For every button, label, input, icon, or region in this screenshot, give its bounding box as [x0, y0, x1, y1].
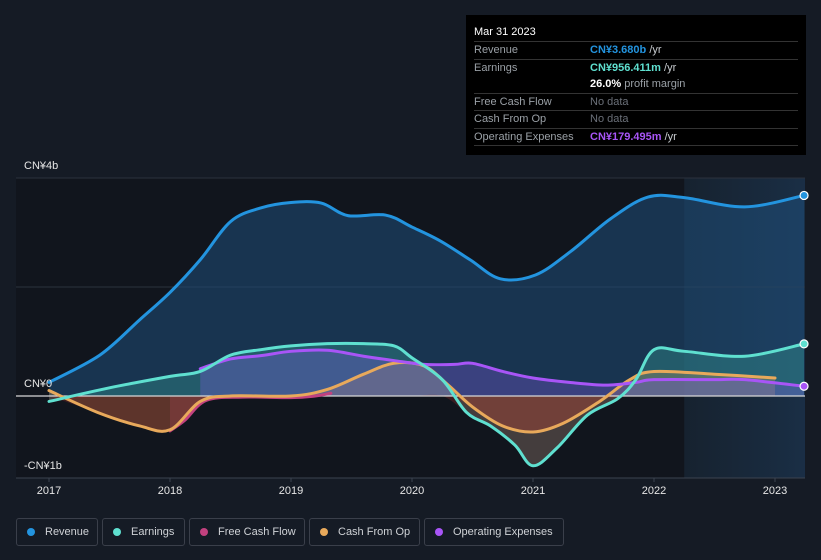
x-tick-label-2022: 2022 — [641, 485, 667, 497]
legend-operating-expenses[interactable]: Operating Expenses — [424, 518, 564, 546]
legend-cash-from-op[interactable]: Cash From Op — [309, 518, 420, 546]
tooltip-row-value: CN¥956.411m /yr — [590, 61, 677, 74]
y-tick-label-0: CN¥0 — [24, 378, 53, 390]
tooltip-row-value: No data — [590, 95, 629, 108]
tooltip-row-value: CN¥179.495m /yr — [590, 130, 677, 143]
legend-dot-icon — [113, 528, 121, 536]
tooltip-row-label: Free Cash Flow — [474, 95, 552, 108]
tooltip-row-earnings: Earnings CN¥956.411m /yr — [474, 58, 798, 77]
tooltip-row-value: No data — [590, 113, 629, 125]
legend-free-cash-flow[interactable]: Free Cash Flow — [189, 518, 305, 546]
tooltip-row-label: Revenue — [474, 44, 519, 56]
tooltip-row-cash-from-op: Cash From Op No data — [474, 110, 798, 128]
tooltip-row-label — [474, 76, 590, 93]
y-tick-label-4b: CN¥4b — [24, 160, 59, 172]
x-tick-label-2017: 2017 — [36, 485, 62, 497]
x-tick-label-2021: 2021 — [520, 485, 546, 497]
x-tick-label-2023: 2023 — [762, 485, 788, 497]
legend-label: Cash From Op — [338, 526, 411, 538]
legend-label: Earnings — [131, 526, 175, 538]
legend-dot-icon — [200, 528, 208, 536]
tooltip-date: Mar 31 2023 — [474, 26, 536, 38]
endpoint-revenue[interactable] — [799, 190, 809, 201]
tooltip-row-value: 26.0% profit margin — [590, 78, 686, 90]
tooltip-row-value: CN¥3.680b /yr — [590, 44, 662, 56]
tooltip-row-operating-expenses: Operating Expenses CN¥179.495m /yr — [474, 127, 798, 146]
tooltip: Mar 31 2023 Revenue CN¥3.680b /yr Earnings… — [466, 15, 806, 155]
tooltip-row-revenue: Revenue CN¥3.680b /yr — [474, 41, 798, 59]
endpoint-earnings[interactable] — [799, 339, 809, 349]
legend-label: Free Cash Flow — [218, 526, 296, 538]
tooltip-row-free-cash-flow: Free Cash Flow No data — [474, 92, 798, 111]
x-tick-label-2020: 2020 — [399, 485, 425, 497]
legend-dot-icon — [27, 528, 35, 536]
legend-dot-icon — [320, 528, 328, 536]
x-tick-label-2019: 2019 — [278, 485, 304, 497]
endpoint-operating-expenses[interactable] — [799, 381, 809, 391]
tooltip-row-label: Operating Expenses — [474, 130, 574, 143]
legend-revenue[interactable]: Revenue — [16, 518, 98, 546]
tooltip-row-profit-margin: 26.0% profit margin — [474, 76, 798, 93]
legend-label: Revenue — [45, 526, 90, 538]
tooltip-row-label: Earnings — [474, 61, 518, 74]
y-tick-label-neg1b: -CN¥1b — [24, 460, 62, 472]
legend-label: Operating Expenses — [453, 526, 553, 538]
x-tick-label-2018: 2018 — [157, 485, 183, 497]
legend-earnings[interactable]: Earnings — [102, 518, 185, 546]
legend-dot-icon — [435, 528, 443, 536]
tooltip-row-label: Cash From Op — [474, 113, 547, 125]
